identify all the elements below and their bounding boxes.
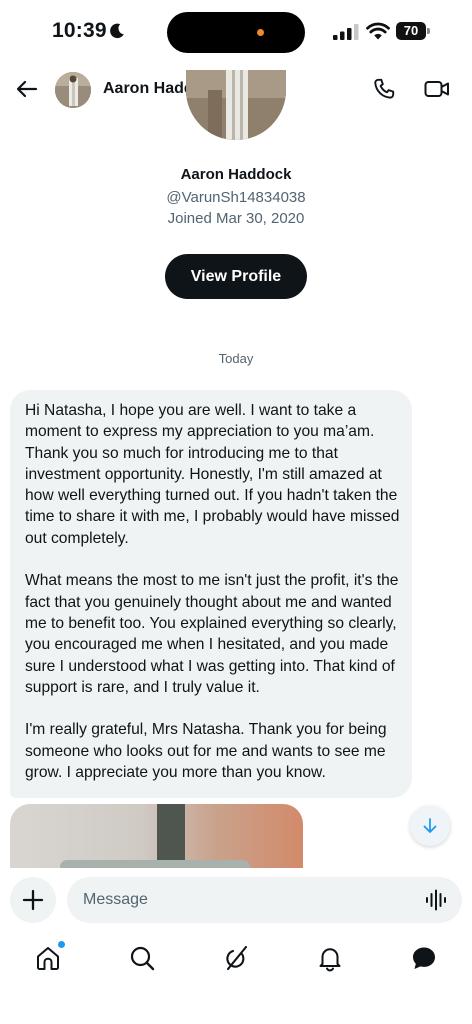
voice-waveform-icon[interactable] [425,889,449,911]
notifications-bell-icon [319,948,341,972]
profile-avatar-large[interactable] [186,70,286,140]
search-icon [130,946,155,971]
media-attachment-preview[interactable] [10,804,303,868]
profile-name: Aaron Haddock [180,166,292,183]
phone-icon[interactable] [372,77,396,101]
compose-bar [0,868,472,930]
notification-dot [58,941,65,948]
media-object [60,860,250,868]
message-paragraph: Hi Natasha, I hope you are well. I want … [25,402,400,547]
battery-level: 70 [396,22,426,40]
back-arrow-icon[interactable] [14,76,40,102]
video-camera-icon[interactable] [424,77,450,101]
nav-home[interactable] [34,941,65,972]
dynamic-island [167,12,305,53]
nav-grok[interactable] [222,944,250,972]
battery-icon: 70 [396,22,430,40]
nav-notifications[interactable] [316,944,344,972]
camera-indicator-dot [257,29,264,36]
contact-avatar[interactable] [55,72,91,108]
message-paragraph: I'm really grateful, Mrs Natasha. Thank … [25,721,387,782]
status-time: 10:39 [52,19,107,42]
scroll-to-bottom-button[interactable] [410,806,450,846]
moon-icon [110,23,124,39]
signal-icon [333,24,359,40]
profile-handle: @VarunSh14834038 [166,189,306,206]
bottom-nav [0,940,472,980]
media-object [157,804,185,868]
nav-search[interactable] [128,944,156,972]
profile-joined-date: Joined Mar 30, 2020 [167,210,305,227]
plus-icon [22,889,44,911]
grok-icon [226,945,248,971]
status-bar: 10:39 70 [0,0,472,60]
nav-messages[interactable] [410,944,438,972]
message-bubble[interactable]: Hi Natasha, I hope you are well. I want … [10,390,412,798]
view-profile-button[interactable]: View Profile [165,254,307,299]
add-attachment-button[interactable] [10,877,56,923]
arrow-down-icon [423,818,437,833]
message-input[interactable] [67,877,462,923]
wifi-icon [366,22,390,40]
messages-icon [413,947,435,969]
home-icon [37,947,59,970]
date-divider: Today [218,351,254,366]
message-paragraph: What means the most to me isn't just the… [25,572,399,696]
battery-cap [427,28,430,34]
